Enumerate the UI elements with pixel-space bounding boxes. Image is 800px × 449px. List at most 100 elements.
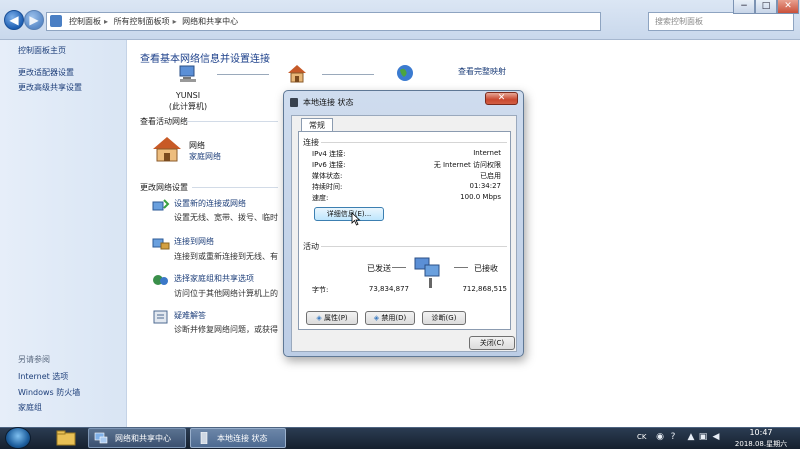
home-icon: [153, 137, 181, 162]
breadcrumb-all-items[interactable]: 所有控制面板项: [114, 17, 170, 26]
homegroup-icon: [153, 275, 168, 285]
adapter-icon: [200, 432, 208, 444]
control-panel-home-link[interactable]: 控制面板主页: [18, 45, 66, 56]
change-advanced-sharing-link[interactable]: 更改高级共享设置: [18, 82, 82, 93]
computer-sub: (此计算机): [168, 102, 208, 111]
media-state-label: 媒体状态:: [312, 172, 343, 180]
forward-button[interactable]: ▶: [24, 10, 44, 30]
windows-firewall-link[interactable]: Windows 防火墙: [18, 387, 80, 398]
received-label: 已接收: [474, 264, 498, 273]
bytes-received-value: 712,868,515: [462, 285, 507, 293]
back-button[interactable]: ◀: [4, 10, 24, 30]
connection-group-label: 连接: [303, 137, 319, 148]
properties-label: 属性(P): [323, 314, 348, 322]
minimize-button[interactable]: −: [733, 0, 755, 14]
disable-button[interactable]: ◈ 禁用(D): [365, 311, 415, 325]
divider: [321, 142, 507, 143]
sent-line: [392, 267, 406, 268]
folder-icon[interactable]: [52, 428, 80, 448]
active-networks-title: 查看活动网络: [140, 117, 188, 126]
computer-icon: [179, 65, 196, 82]
map-connector-2: [322, 74, 374, 75]
close-dialog-button[interactable]: 关闭(C): [469, 336, 515, 350]
new-connection-icon: [152, 199, 170, 211]
setup-connection-link[interactable]: 设置新的连接或网络: [174, 198, 246, 209]
help-icon[interactable]: ?: [668, 432, 678, 442]
dialog-body: 常规 连接 IPv4 连接: Internet IPv6 连接: 无 Inter…: [291, 115, 517, 352]
arrow-up-icon[interactable]: ▲: [686, 432, 696, 442]
change-adapter-settings-link[interactable]: 更改适配器设置: [18, 67, 74, 78]
sent-label: 已发送: [367, 264, 391, 273]
duration-value: 01:34:27: [469, 182, 501, 190]
breadcrumb-network-center[interactable]: 网络和共享中心: [182, 17, 238, 26]
see-also-title: 另请参阅: [18, 355, 50, 364]
homegroup-sharing-desc: 访问位于其他网络计算机上的文件和打印机，或更改共享设置。: [174, 289, 278, 298]
homegroup-link[interactable]: 家庭组: [18, 402, 42, 413]
tab-general[interactable]: 常规: [301, 118, 333, 132]
shield-icon: ◈: [316, 314, 322, 322]
search-input[interactable]: 搜索控制面板: [648, 12, 794, 31]
troubleshoot-desc: 诊断并修复网络问题，或获得故障排除信息。: [174, 325, 278, 334]
computer-name: YUNSI: [175, 91, 201, 100]
speed-label: 速度:: [312, 194, 329, 202]
language-indicator[interactable]: CK: [637, 433, 646, 441]
bytes-label: 字节:: [312, 286, 329, 294]
network-adapter-icon: [290, 98, 298, 107]
troubleshoot-icon: [153, 310, 168, 324]
details-button[interactable]: 详细信息(E)...: [314, 207, 384, 221]
taskbar-network-center-label: 网络和共享中心: [115, 434, 171, 443]
breadcrumb-control-panel[interactable]: 控制面板: [69, 17, 101, 26]
clock-time[interactable]: 10:47: [738, 428, 784, 437]
properties-button[interactable]: ◈ 属性(P): [306, 311, 358, 325]
address-bar[interactable]: 控制面板 ▸ 所有控制面板项 ▸ 网络和共享中心: [46, 12, 601, 31]
volume-icon[interactable]: ◀: [711, 432, 721, 442]
troubleshoot-link[interactable]: 疑难解答: [174, 310, 206, 321]
taskbar-connection-status-label: 本地连接 状态: [217, 434, 268, 443]
start-button[interactable]: [5, 427, 31, 449]
connect-network-icon: [152, 238, 170, 250]
homegroup-sharing-link[interactable]: 选择家庭组和共享选项: [174, 273, 254, 284]
clock-date[interactable]: 2018.08.星期六: [727, 439, 795, 449]
connection-status-dialog: 本地连接 状态 ✕ 常规 连接 IPv4 连接: Internet IPv6 连…: [283, 90, 524, 357]
network-tray-icon[interactable]: ▣: [698, 432, 708, 442]
tab-panel: 连接 IPv4 连接: Internet IPv6 连接: 无 Internet…: [298, 131, 511, 330]
speed-value: 100.0 Mbps: [460, 193, 501, 201]
disable-label: 禁用(D): [381, 314, 407, 322]
activity-group-label: 活动: [303, 241, 319, 252]
dialog-title: 本地连接 状态: [303, 98, 354, 107]
received-line: [454, 267, 468, 268]
shield-icon: ◈: [373, 314, 380, 322]
ime-icon[interactable]: ◉: [655, 432, 665, 442]
ipv6-value: 无 Internet 访问权限: [433, 161, 501, 169]
maximize-button[interactable]: □: [755, 0, 777, 14]
connect-network-link[interactable]: 连接到网络: [174, 236, 214, 247]
setup-connection-desc: 设置无线、宽带、拨号、临时或 VPN 连接；或设置路由器或访问点。: [174, 213, 278, 222]
network-type-link[interactable]: 家庭网络: [189, 151, 221, 162]
mouse-cursor-icon: [351, 212, 361, 226]
home-network-icon: [288, 65, 306, 83]
close-button[interactable]: ✕: [777, 0, 799, 14]
divider: [321, 246, 507, 247]
divider: [186, 121, 278, 122]
map-connector-1: [217, 74, 269, 75]
full-map-link[interactable]: 查看完整映射: [458, 66, 506, 77]
bytes-sent-value: 73,834,877: [368, 285, 409, 293]
network-activity-icon: [414, 257, 440, 288]
page-title: 查看基本网络信息并设置连接: [140, 54, 270, 65]
network-name: 网络: [189, 141, 205, 150]
ipv4-value: Internet: [473, 149, 501, 157]
duration-label: 持续时间:: [312, 183, 343, 191]
divider: [192, 187, 278, 188]
connect-network-desc: 连接到或重新连接到无线、有线、拨号或 VPN 网络连接。: [174, 252, 278, 261]
network-center-icon: [94, 432, 108, 444]
dialog-close-button[interactable]: ✕: [485, 92, 518, 105]
control-panel-icon: [50, 15, 62, 27]
internet-globe-icon: [397, 65, 413, 81]
ipv6-label: IPv6 连接:: [312, 161, 346, 169]
left-pane: [0, 40, 127, 427]
change-settings-title: 更改网络设置: [140, 183, 188, 192]
ipv4-label: IPv4 连接:: [312, 150, 346, 158]
internet-options-link[interactable]: Internet 选项: [18, 371, 68, 382]
diagnose-button[interactable]: 诊断(G): [422, 311, 466, 325]
media-state-value: 已启用: [480, 172, 501, 180]
